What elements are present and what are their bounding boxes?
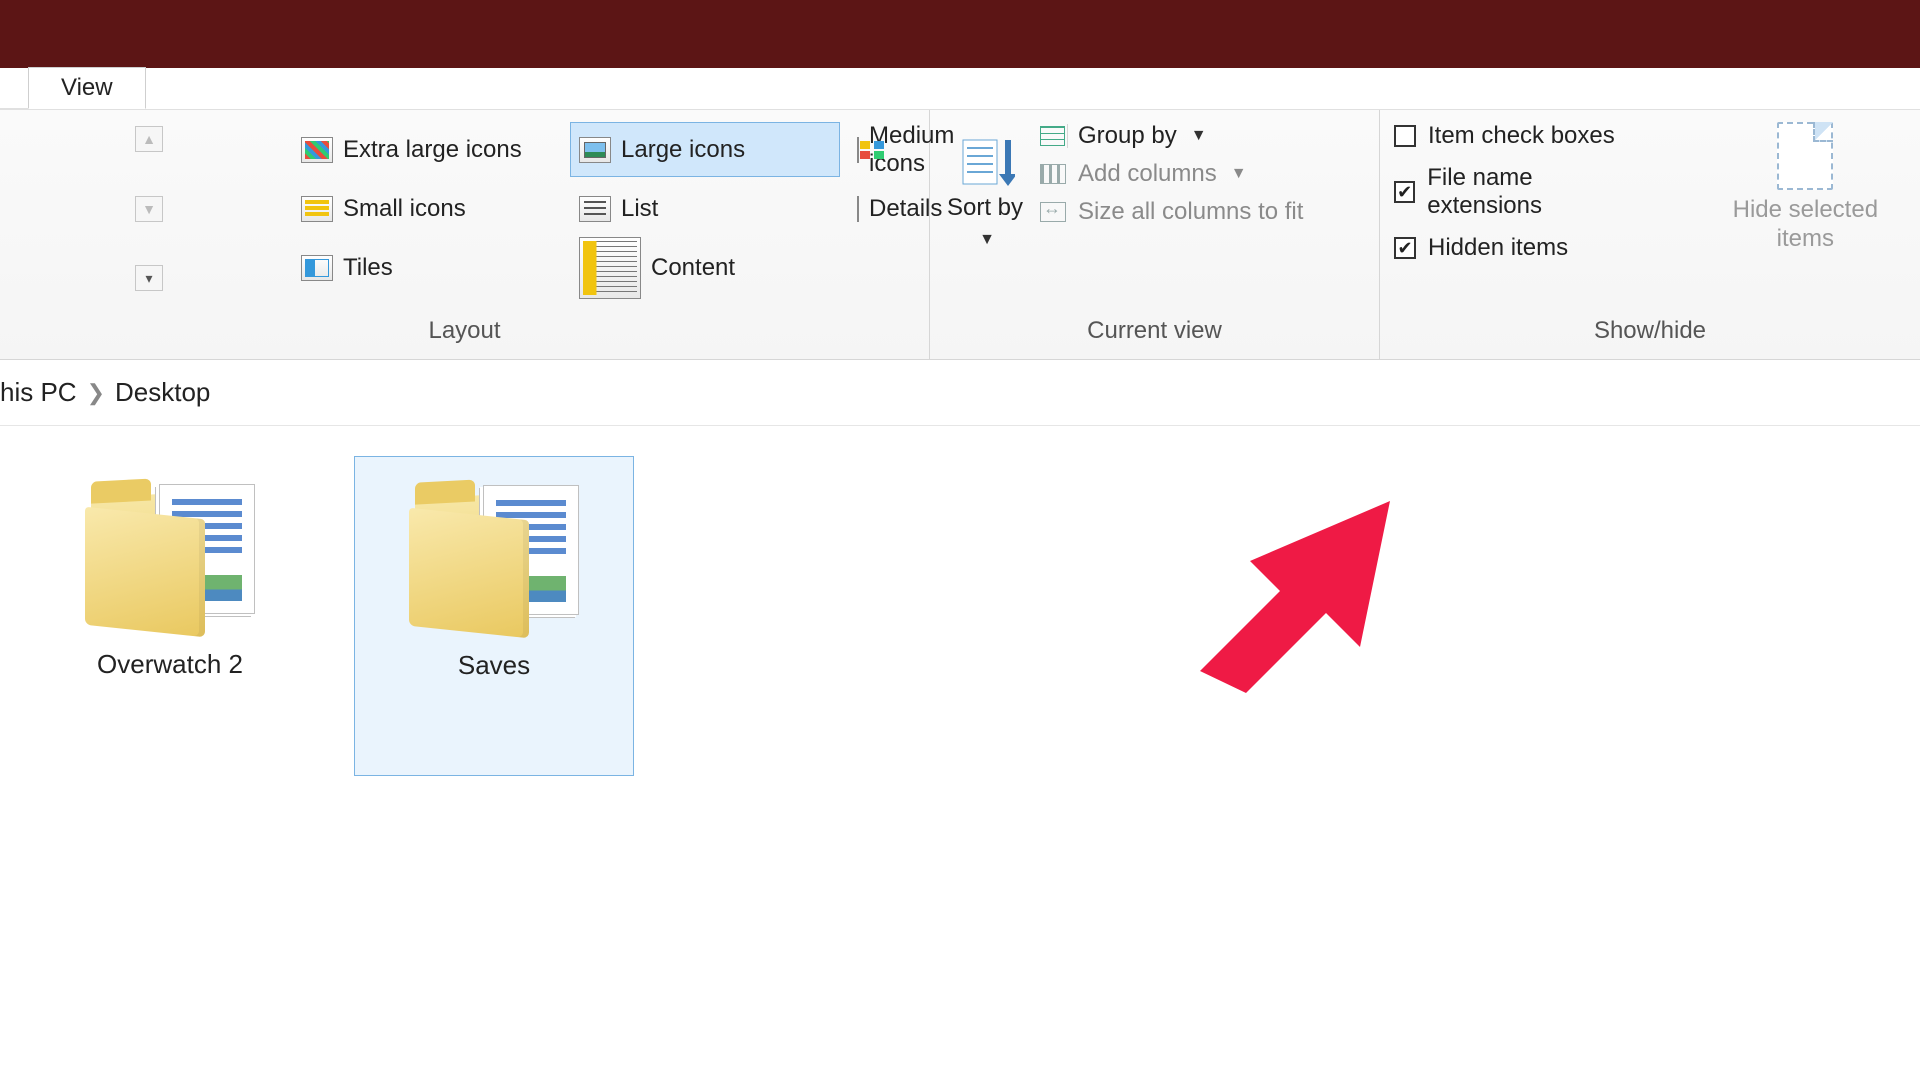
add-columns-label: Add columns — [1078, 160, 1217, 188]
tab-view[interactable]: View — [28, 67, 146, 109]
folder-icon — [409, 477, 579, 632]
layout-label: Small icons — [343, 195, 466, 223]
medium-icons-icon — [857, 137, 859, 163]
layout-medium-icons[interactable]: Medium icons — [848, 122, 888, 177]
tab-view-label: View — [61, 74, 113, 102]
layout-large-icons[interactable]: Large icons — [570, 122, 840, 177]
hide-selected-items-button[interactable]: Hide selected items — [1665, 122, 1906, 311]
layout-scroll-up[interactable]: ▲ — [135, 126, 163, 152]
group-by-icon — [1038, 124, 1068, 148]
folder-item[interactable]: Saves — [354, 456, 634, 776]
hide-selected-label: Hide selected items — [1705, 196, 1906, 254]
size-all-label: Size all columns to fit — [1078, 198, 1303, 226]
layout-label: Content — [651, 254, 735, 282]
extra-large-icons-icon — [301, 137, 333, 163]
group-by-label: Group by — [1078, 122, 1177, 150]
annotation-arrow-icon — [1160, 471, 1420, 731]
folder-label: Saves — [458, 650, 530, 681]
checkbox-hidden-items[interactable]: Hidden items — [1394, 234, 1645, 262]
checkbox-label: File name extensions — [1427, 164, 1644, 220]
list-icon — [579, 196, 611, 222]
layout-label: List — [621, 195, 658, 223]
layout-label: Tiles — [343, 254, 393, 282]
breadcrumb-segment[interactable]: his PC — [0, 377, 77, 408]
checkbox-icon — [1394, 125, 1416, 147]
group-label-show-hide: Show/hide — [1394, 311, 1906, 355]
checkbox-label: Hidden items — [1428, 234, 1568, 262]
tiles-icon — [301, 255, 333, 281]
sort-by-icon — [959, 134, 1015, 190]
chevron-right-icon: ❯ — [77, 380, 115, 406]
large-icons-icon — [579, 137, 611, 163]
layout-expand[interactable]: ▾ — [135, 265, 163, 291]
hide-selected-icon — [1777, 122, 1833, 190]
layout-extra-large-icons[interactable]: Extra large icons — [292, 122, 562, 177]
folder-icon — [85, 476, 255, 631]
dropdown-caret-icon: ▼ — [1191, 127, 1207, 145]
add-columns-icon — [1038, 162, 1068, 186]
layout-label: Large icons — [621, 136, 745, 164]
group-label-current-view: Current view — [944, 311, 1365, 355]
layout-scroll-down[interactable]: ▼ — [135, 196, 163, 222]
layout-label: Extra large icons — [343, 136, 522, 164]
checkbox-icon — [1394, 181, 1415, 203]
add-columns-button[interactable]: Add columns ▼ — [1038, 160, 1303, 188]
layout-tiles[interactable]: Tiles — [292, 240, 562, 295]
folder-item[interactable]: Overwatch 2 — [30, 456, 310, 776]
size-columns-icon — [1038, 200, 1068, 224]
tabstrip-spacer — [0, 67, 28, 109]
breadcrumb-segment[interactable]: Desktop — [115, 377, 210, 408]
dropdown-caret-icon: ▼ — [979, 231, 995, 248]
sort-by-button[interactable]: Sort by ▼ — [944, 122, 1030, 311]
layout-list[interactable]: List — [570, 181, 840, 236]
group-label-layout: Layout — [14, 311, 915, 355]
ribbon-group-current-view: Sort by ▼ Group by ▼ Add columns ▼ Size … — [930, 110, 1380, 359]
folder-view[interactable]: Overwatch 2 Saves — [0, 426, 1920, 806]
checkbox-item-check-boxes[interactable]: Item check boxes — [1394, 122, 1645, 150]
folder-label: Overwatch 2 — [97, 649, 243, 680]
window-titlebar — [0, 0, 1920, 68]
checkbox-label: Item check boxes — [1428, 122, 1615, 150]
layout-content[interactable]: Content — [570, 240, 840, 295]
checkbox-file-name-extensions[interactable]: File name extensions — [1394, 164, 1645, 220]
ribbon-tab-strip: View — [0, 68, 1920, 110]
breadcrumb[interactable]: his PC ❯ Desktop — [0, 360, 1920, 426]
dropdown-caret-icon: ▼ — [1231, 165, 1247, 183]
size-all-columns-button[interactable]: Size all columns to fit — [1038, 198, 1303, 226]
ribbon: Extra large icons Large icons Medium ico… — [0, 110, 1920, 360]
layout-small-icons[interactable]: Small icons — [292, 181, 562, 236]
sort-by-label: Sort by — [947, 194, 1023, 221]
content-icon — [579, 237, 641, 299]
group-by-button[interactable]: Group by ▼ — [1038, 122, 1303, 150]
ribbon-group-layout: Extra large icons Large icons Medium ico… — [0, 110, 930, 359]
checkbox-icon — [1394, 237, 1416, 259]
small-icons-icon — [301, 196, 333, 222]
layout-details[interactable]: Details — [848, 181, 888, 236]
details-icon — [857, 196, 859, 222]
ribbon-group-show-hide: Item check boxes File name extensions Hi… — [1380, 110, 1920, 359]
